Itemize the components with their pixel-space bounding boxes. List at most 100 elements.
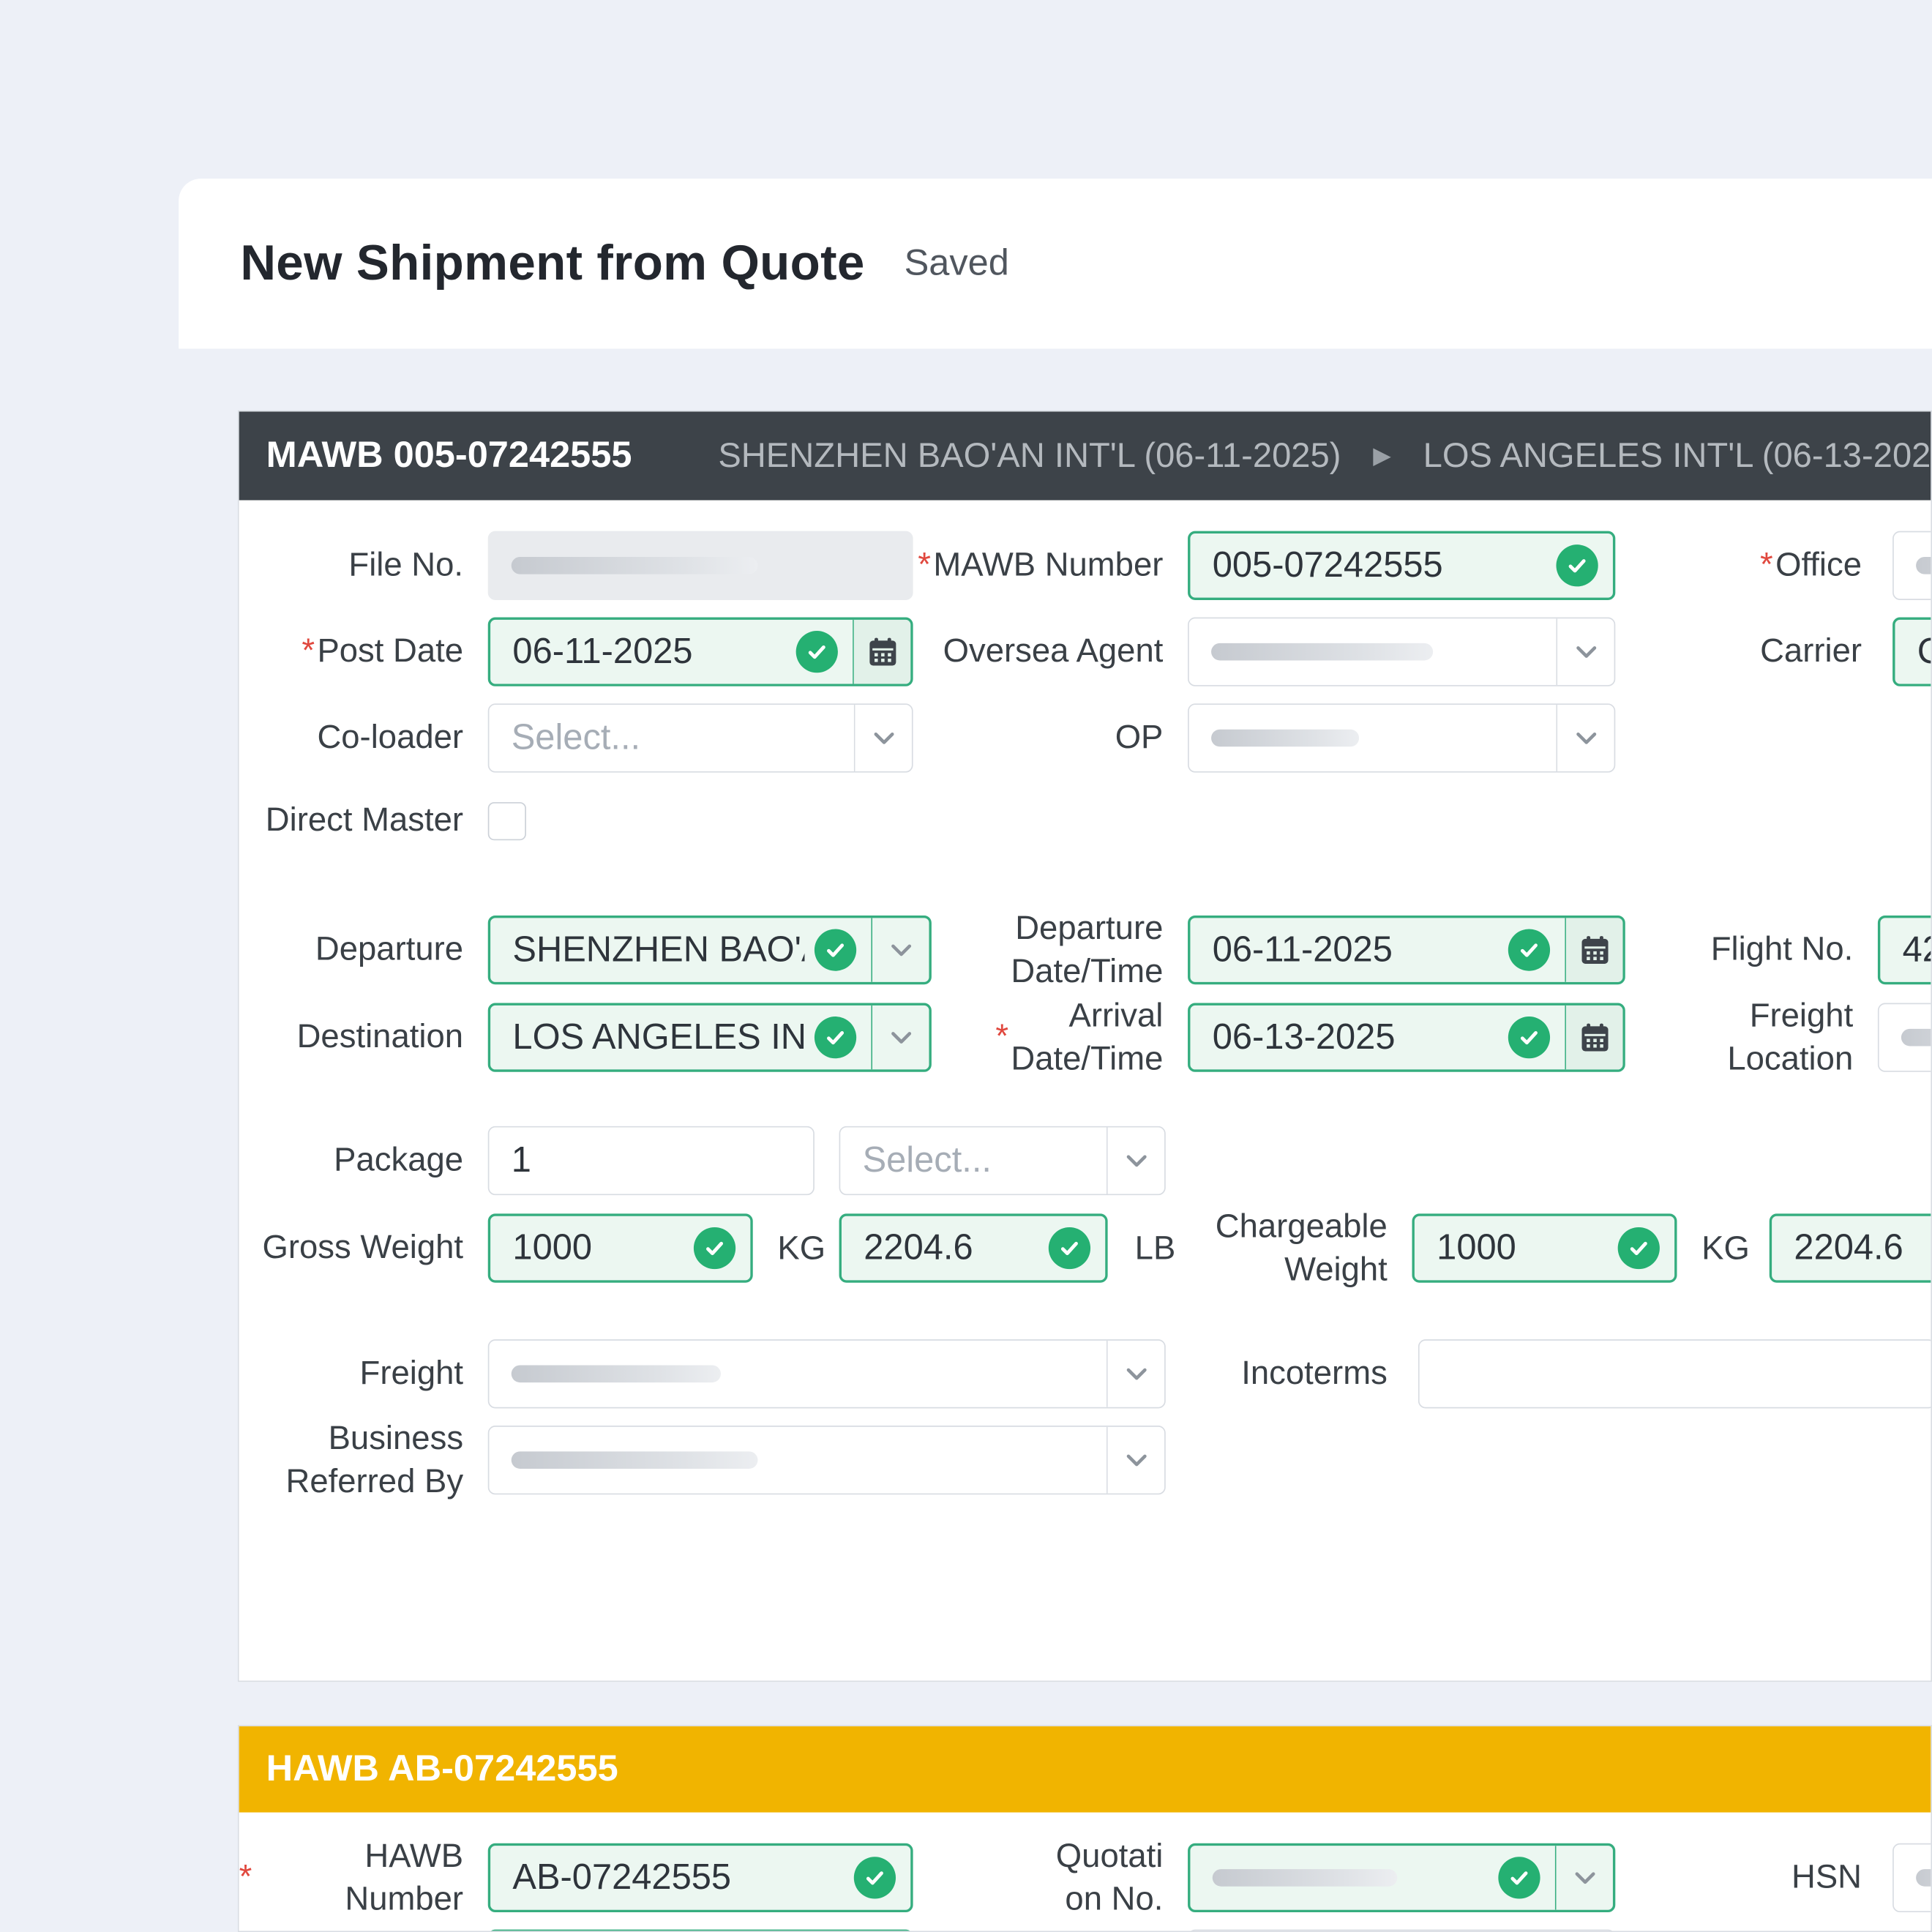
business-referred-by-select[interactable]: [487, 1426, 1166, 1495]
page-title: New Shipment from Quote: [240, 236, 865, 291]
carrier-value: C: [1895, 632, 1931, 673]
chevron-down-icon[interactable]: [871, 1005, 929, 1070]
calendar-icon[interactable]: [853, 619, 911, 684]
calendar-icon[interactable]: [1565, 918, 1623, 982]
check-icon: [1556, 544, 1598, 587]
quotation-no-select[interactable]: [1188, 1843, 1616, 1913]
office-label: * Office: [1726, 531, 1862, 600]
chevron-down-icon[interactable]: [1554, 1846, 1613, 1910]
flight-no-label: Flight No.: [1710, 930, 1854, 968]
package-type-select[interactable]: Select...: [839, 1126, 1166, 1196]
gross-weight-kg-field[interactable]: 1000: [487, 1213, 753, 1283]
post-date-field[interactable]: 06-11-2025: [487, 617, 913, 686]
freight-location-field[interactable]: [1877, 1003, 1931, 1072]
co-loader-label: Co-loader: [317, 719, 464, 756]
hawb-number-value: AB-07242555: [512, 1857, 732, 1898]
chevron-down-icon[interactable]: [1106, 1426, 1164, 1494]
required-marker: *: [1760, 546, 1773, 584]
page-header: New Shipment from Quote Saved: [179, 179, 1932, 349]
chargeable-weight-kg-field[interactable]: 1000: [1412, 1213, 1677, 1283]
check-icon: [853, 1857, 896, 1899]
chevron-down-icon[interactable]: [1556, 618, 1614, 686]
oversea-agent-label: Oversea Agent: [943, 632, 1164, 670]
partial-field[interactable]: [487, 1929, 913, 1931]
package-count-value: 1: [511, 1140, 531, 1180]
freight-select[interactable]: [487, 1339, 1166, 1409]
chevron-down-icon[interactable]: [853, 705, 912, 771]
chevron-down-icon[interactable]: [1106, 1340, 1164, 1407]
check-icon: [1048, 1227, 1091, 1270]
chargeable-weight-lb-value: 2204.6: [1794, 1227, 1903, 1268]
departure-value: SHENZHEN BAO'AN INT'L: [512, 929, 804, 970]
quotation-no-label: Quotation No.: [1055, 1837, 1164, 1917]
required-marker: *: [918, 546, 931, 584]
redacted-value: [511, 1451, 758, 1469]
mawb-route-origin: SHENZHEN BAO'AN INT'L (06-11-2025): [718, 436, 1341, 475]
direct-master-label: Direct Master: [265, 801, 464, 839]
package-count-field[interactable]: 1: [487, 1126, 815, 1196]
check-icon: [693, 1227, 736, 1270]
package-type-placeholder: Select...: [862, 1140, 992, 1180]
flight-no-field[interactable]: 42: [1877, 915, 1931, 985]
kg-unit-label: KG: [1701, 1229, 1750, 1266]
mawb-form: File No. * MAWB Number 005-07242555 * Offi…: [239, 500, 1931, 1681]
chargeable-weight-label: Chargeable Weight: [1215, 1207, 1388, 1288]
redacted-value: [1211, 729, 1360, 747]
required-marker: *: [239, 1858, 252, 1896]
redacted-value: [1916, 1869, 1931, 1887]
oversea-agent-select[interactable]: [1188, 617, 1616, 686]
incoterms-field[interactable]: [1418, 1339, 1931, 1409]
hawb-section: HAWB AB-07242555 * HAWB Number AB-0724255…: [237, 1725, 1932, 1932]
redacted-value: [1212, 1869, 1398, 1887]
business-referred-by-label: Business Referred By: [285, 1419, 464, 1500]
mawb-header-bar: MAWB 005-07242555 SHENZHEN BAO'AN INT'L …: [239, 411, 1931, 501]
gross-weight-lb-field[interactable]: 2204.6: [839, 1213, 1108, 1283]
check-icon: [1498, 1857, 1540, 1899]
hawb-number-field[interactable]: AB-07242555: [487, 1843, 913, 1913]
op-select[interactable]: [1188, 703, 1616, 773]
required-marker: *: [995, 1018, 1009, 1055]
file-no-label: File No.: [348, 546, 464, 584]
check-icon: [814, 1016, 857, 1059]
carrier-field[interactable]: C: [1892, 617, 1931, 686]
office-field[interactable]: [1892, 531, 1931, 600]
direct-master-checkbox[interactable]: [487, 802, 526, 841]
chevron-down-icon[interactable]: [1556, 705, 1614, 771]
chevron-down-icon[interactable]: [1106, 1127, 1164, 1194]
partial-field[interactable]: [1188, 1929, 1616, 1931]
incoterms-label: Incoterms: [1241, 1355, 1388, 1392]
destination-label: Destination: [296, 1018, 464, 1055]
redacted-value: [511, 557, 758, 574]
arrival-datetime-field[interactable]: 06-13-2025: [1188, 1003, 1625, 1072]
mawb-number-field[interactable]: 005-07242555: [1188, 531, 1616, 600]
check-icon: [1508, 1016, 1551, 1059]
check-icon: [795, 631, 838, 673]
hawb-header-bar: HAWB AB-07242555: [239, 1726, 1931, 1813]
co-loader-select[interactable]: Select...: [487, 703, 913, 773]
op-label: OP: [1115, 719, 1164, 756]
file-no-field[interactable]: [487, 531, 913, 600]
hawb-number-label: * HAWB Number: [239, 1837, 464, 1917]
mawb-number-value: 005-07242555: [1212, 545, 1443, 585]
arrival-datetime-value: 06-13-2025: [1212, 1016, 1396, 1057]
post-date-value: 06-11-2025: [512, 631, 693, 671]
gross-weight-kg-value: 1000: [512, 1227, 593, 1268]
departure-datetime-field[interactable]: 06-11-2025: [1188, 915, 1625, 985]
departure-select[interactable]: SHENZHEN BAO'AN INT'L: [487, 915, 932, 985]
hsn-field[interactable]: [1892, 1843, 1931, 1913]
redacted-value: [1901, 1028, 1931, 1046]
chevron-down-icon[interactable]: [871, 918, 929, 982]
destination-select[interactable]: LOS ANGELES INT'L: [487, 1003, 932, 1072]
mawb-title: MAWB 005-07242555: [266, 435, 632, 476]
departure-label: Departure: [315, 930, 464, 968]
page: New Shipment from Quote Saved MAWB 005-0…: [0, 0, 1932, 1932]
save-status: Saved: [904, 242, 1009, 284]
carrier-label: Carrier: [1760, 632, 1862, 670]
redacted-value: [1211, 643, 1434, 661]
calendar-icon[interactable]: [1565, 1005, 1623, 1070]
check-icon: [1617, 1227, 1660, 1270]
flight-no-value: 42: [1902, 929, 1931, 970]
chargeable-weight-lb-field[interactable]: 2204.6: [1769, 1213, 1931, 1283]
check-icon: [814, 929, 857, 971]
required-marker: *: [302, 632, 315, 670]
